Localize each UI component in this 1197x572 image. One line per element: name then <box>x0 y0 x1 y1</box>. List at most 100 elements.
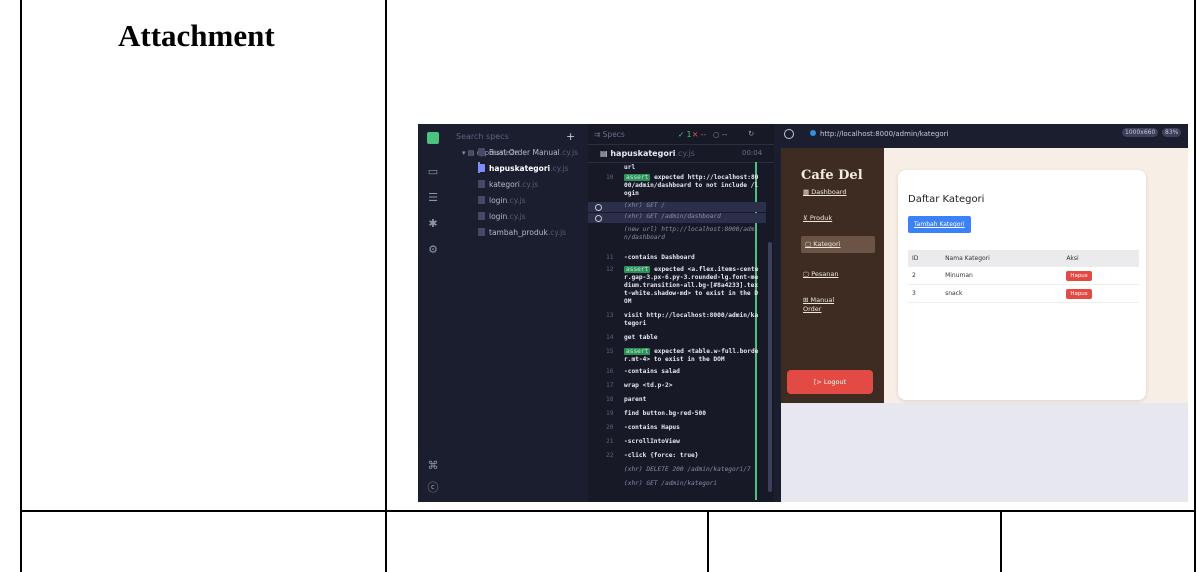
file-icon <box>478 180 485 188</box>
selector-playground-icon[interactable] <box>784 129 794 139</box>
table-border-left <box>20 0 22 572</box>
command-row[interactable]: (xhr) GET /admin/kategori <box>588 480 766 488</box>
command-row[interactable]: 15 assert expected <table.w-full.border.m… <box>588 348 766 364</box>
app-sidebar: Cafe Del ▦ Dashboard ⊻ Produk ▢ Kategori… <box>781 148 884 403</box>
preview-url: http://localhost:8000/admin/kategori <box>810 130 949 138</box>
box-icon: ▢ <box>803 270 812 278</box>
command-row[interactable]: (xhr) GET /admin/dashboard <box>588 213 766 223</box>
table-border-right <box>1194 0 1196 572</box>
spec-item[interactable]: Buat Order Manual.cy.js <box>478 148 578 157</box>
spec-item[interactable]: login.cy.js <box>478 212 526 221</box>
page-title: Daftar Kategori <box>908 194 985 205</box>
debug-icon[interactable]: ✱ <box>427 218 439 230</box>
cart-icon: ⊻ <box>803 214 810 222</box>
cell-action: Hapus <box>1062 267 1139 285</box>
table-divider-col1 <box>385 0 387 572</box>
spec-item-active[interactable]: hapuskategori.cy.js <box>478 164 568 173</box>
app-preview: http://localhost:8000/admin/kategori 100… <box>774 124 1188 502</box>
column-header: Nama Kategori <box>941 250 1063 267</box>
delete-button[interactable]: Hapus <box>1066 271 1092 281</box>
command-row[interactable]: 21 -scrollIntoView <box>588 438 766 446</box>
plus-icon[interactable]: + <box>566 130 575 143</box>
spec-title: ▤ hapuskategori.cy.js <box>600 149 695 158</box>
nav-pesanan[interactable]: ▢ Pesanan <box>803 270 875 279</box>
spec-item[interactable]: kategori.cy.js <box>478 180 538 189</box>
app-under-test: Cafe Del ▦ Dashboard ⊻ Produk ▢ Kategori… <box>781 148 1188 502</box>
file-icon <box>478 148 485 156</box>
file-icon <box>478 164 485 172</box>
spec-item[interactable]: tambah_produk.cy.js <box>478 228 566 237</box>
command-row[interactable]: 16 -contains salad <box>588 368 766 376</box>
specs-panel: Search specs + ▾ ▤ cypress\e2e Buat Orde… <box>448 124 589 502</box>
command-row[interactable]: 22 -click {force: true} <box>588 452 766 460</box>
command-row[interactable]: 13 visit http://localhost:8000/admin/kate… <box>588 312 766 328</box>
zoom-badge: 83% <box>1162 128 1182 137</box>
file-icon <box>478 228 485 236</box>
reload-icon[interactable]: ↻ <box>748 129 754 138</box>
cypress-icon-rail: ▭ ☰ ✱ ⚙ ⌘ ⓒ <box>418 124 448 502</box>
command-row[interactable]: 20 -contains Hapus <box>588 424 766 432</box>
preview-url-bar: http://localhost:8000/admin/kategori 100… <box>774 124 1188 144</box>
reporter-header: ⇉ Specs ✓ 1 ✕ -- ○ -- ↻ <box>588 124 774 145</box>
cypress-app-icon <box>427 132 439 144</box>
logout-button[interactable]: [> Logout <box>787 370 873 394</box>
tag-icon: ▢ <box>805 240 814 248</box>
kategori-table: ID Nama Kategori Aksi 2 Minuman Hapus 3 … <box>908 250 1139 303</box>
column-header: ID <box>908 250 942 267</box>
nav-manual-order[interactable]: ⊞ Manual Order <box>803 296 853 314</box>
keyboard-shortcuts-icon[interactable]: ⌘ <box>427 460 439 472</box>
spec-title-bar: ▤ hapuskategori.cy.js 00:04 <box>588 144 774 163</box>
delete-button[interactable]: Hapus <box>1066 289 1092 299</box>
command-row[interactable]: (new url) http://localhost:8000/admin/da… <box>588 226 766 252</box>
pending-count: ○ -- <box>713 130 728 139</box>
command-row[interactable]: 17 wrap <td.p-2> <box>588 382 766 390</box>
command-row[interactable]: 12 assert expected <a.flex.items-center.g… <box>588 266 766 306</box>
table-divider-col2 <box>707 510 709 572</box>
nav-dashboard[interactable]: ▦ Dashboard <box>803 188 875 197</box>
search-specs-input[interactable]: Search specs <box>456 132 509 141</box>
command-row[interactable]: (xhr) DELETE 200 /admin/kategori/7 <box>588 466 766 474</box>
kategori-card: Daftar Kategori Tambah Kategori ID Nama … <box>898 170 1146 400</box>
table-row-divider <box>20 510 1196 512</box>
cell-id: 3 <box>908 284 942 303</box>
command-row[interactable]: 18 parent <box>588 396 766 404</box>
command-row[interactable]: 19 find button.bg-red-500 <box>588 410 766 418</box>
spec-item[interactable]: login.cy.js <box>478 196 526 205</box>
command-row[interactable]: 11 -contains Dashboard <box>588 254 766 262</box>
command-log: ⇉ Specs ✓ 1 ✕ -- ○ -- ↻ ▤ hapuskategori.… <box>588 124 774 502</box>
file-icon <box>478 196 485 204</box>
command-row[interactable]: 14 get table <box>588 334 766 342</box>
log-scrollbar[interactable] <box>768 242 772 492</box>
nav-produk[interactable]: ⊻ Produk <box>803 214 875 223</box>
browser-icon[interactable]: ▭ <box>427 166 439 178</box>
file-icon <box>478 212 485 220</box>
viewport-badge: 1000x660 <box>1122 128 1159 137</box>
specs-list-icon[interactable]: ☰ <box>427 192 439 204</box>
cypress-logo-icon: ⓒ <box>427 481 439 494</box>
cypress-screenshot: ▭ ☰ ✱ ⚙ ⌘ ⓒ Search specs + ▾ ▤ cypress\e… <box>418 124 1188 502</box>
add-kategori-button[interactable]: Tambah Kategori <box>908 216 971 233</box>
column-header: Aksi <box>1062 250 1139 267</box>
cell-name: Minuman <box>941 267 1063 285</box>
spec-duration: 00:04 <box>742 149 763 157</box>
table-row: 3 snack Hapus <box>908 284 1139 303</box>
passed-count: ✓ 1 <box>678 130 692 139</box>
attachment-heading: Attachment <box>118 18 275 53</box>
cell-name: snack <box>941 284 1063 303</box>
loading-icon <box>595 215 602 222</box>
plus-square-icon: ⊞ <box>803 296 811 304</box>
table-header-row: ID Nama Kategori Aksi <box>908 250 1139 267</box>
loading-icon <box>595 204 602 211</box>
command-row[interactable]: 10 assert expected http://localhost:8000/… <box>588 174 766 200</box>
table-divider-col3 <box>1000 510 1002 572</box>
command-row[interactable]: url <box>588 164 766 172</box>
table-row: 2 Minuman Hapus <box>908 267 1139 285</box>
settings-icon[interactable]: ⚙ <box>427 244 439 256</box>
app-brand: Cafe Del <box>801 168 863 183</box>
command-row[interactable]: (xhr) GET / <box>588 202 766 212</box>
app-main: Daftar Kategori Tambah Kategori ID Nama … <box>884 148 1188 403</box>
failed-count: ✕ -- <box>692 130 707 139</box>
globe-icon <box>810 130 816 136</box>
specs-toggle[interactable]: ⇉ Specs <box>594 130 625 139</box>
nav-kategori[interactable]: ▢ Kategori <box>801 236 875 253</box>
